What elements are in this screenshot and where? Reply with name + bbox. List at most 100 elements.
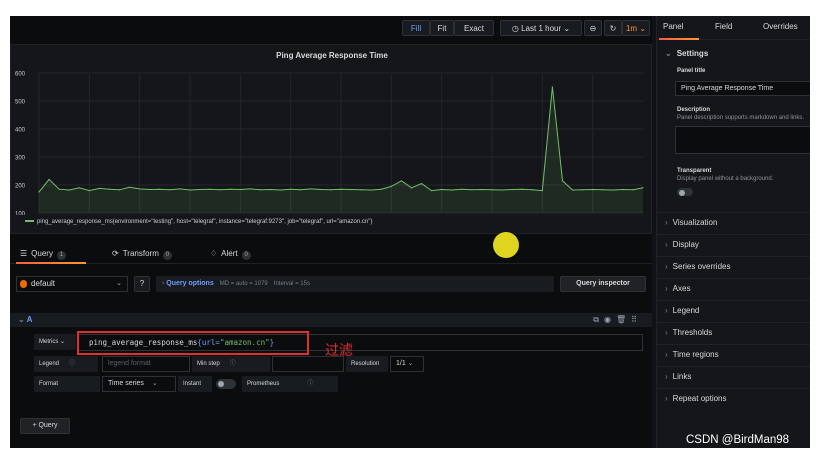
query-a-label: A xyxy=(26,315,33,324)
datasource-row: default ⌄ ? › Query options MD = auto = 10… xyxy=(10,274,652,294)
query-tabs: ☰ Query 1 ⟳ Transform 0 ♢ Alert 0 xyxy=(10,242,652,264)
chevron-right-icon: › xyxy=(665,284,668,293)
format-label: Format xyxy=(34,376,100,392)
add-query-button[interactable]: + Query xyxy=(20,418,70,434)
instant-label: Instant xyxy=(178,376,212,392)
data-point xyxy=(551,86,554,88)
section-label: Time regions xyxy=(672,350,719,359)
query-inspector-button[interactable]: Query inspector xyxy=(560,276,646,292)
copy-icon[interactable]: ⧉ xyxy=(593,315,604,324)
data-point xyxy=(451,189,453,191)
data-point xyxy=(511,188,513,191)
data-point xyxy=(108,188,111,190)
section-axes[interactable]: › Axes xyxy=(657,278,810,298)
tab-transform[interactable]: ⟳ Transform 0 xyxy=(112,246,172,262)
data-point xyxy=(431,190,433,192)
resolution-value: 1/1 xyxy=(396,360,406,367)
info-icon: ⓘ xyxy=(229,361,236,367)
data-point xyxy=(159,188,161,190)
data-point xyxy=(471,189,473,191)
section-visualization[interactable]: › Visualization xyxy=(657,212,810,232)
legend-label: ping_average_response_ms{environment="te… xyxy=(37,219,373,225)
tab-panel[interactable]: Panel xyxy=(663,22,683,31)
y-tick-label: 300 xyxy=(15,156,26,162)
tab-field[interactable]: Field xyxy=(715,22,732,31)
panel-toolbar: Fill Fit Exact ◷ Last 1 hour ⌄ ⊖ ↻ 1m ⌄ xyxy=(10,16,652,40)
data-point xyxy=(219,189,221,191)
highlight-box xyxy=(77,331,309,355)
settings-section-header[interactable]: ⌄ Settings xyxy=(657,44,810,64)
fit-button[interactable]: Fit xyxy=(430,20,454,36)
data-point xyxy=(179,188,181,190)
time-range-picker[interactable]: ◷ Last 1 hour ⌄ xyxy=(500,20,582,36)
data-point xyxy=(481,188,483,191)
trash-icon[interactable]: 🗑 xyxy=(616,315,631,324)
resolution-label: Resolution xyxy=(346,356,388,372)
max-data-points-info: MD = auto = 1079 xyxy=(219,281,268,287)
section-display[interactable]: › Display xyxy=(657,234,810,254)
legend-field-label: Legend ⓘ xyxy=(34,356,98,372)
data-point xyxy=(199,188,201,191)
legend-format-input[interactable]: legend format xyxy=(102,356,190,372)
data-point xyxy=(612,189,614,191)
data-point xyxy=(310,188,312,190)
section-label: Visualization xyxy=(672,218,718,227)
settings-label: Settings xyxy=(676,49,709,58)
refresh-icon: ↻ xyxy=(609,24,617,33)
data-point xyxy=(561,180,564,182)
data-point xyxy=(58,188,60,190)
exact-button[interactable]: Exact xyxy=(454,20,494,36)
data-point xyxy=(491,189,493,191)
min-step-input[interactable] xyxy=(272,356,344,372)
chevron-down-icon: ⌄ xyxy=(116,280,122,287)
legend-item[interactable]: ping_average_response_ms{environment="te… xyxy=(25,219,372,225)
tab-overrides[interactable]: Overrides xyxy=(763,22,798,31)
metrics-label[interactable]: Metrics ⌄ xyxy=(34,334,76,350)
refresh-button[interactable]: ↻ xyxy=(604,20,622,36)
tab-alert[interactable]: ♢ Alert 0 xyxy=(210,246,251,262)
time-series-chart[interactable]: 10020030040050060023:0023:0523:1023:1523… xyxy=(11,45,651,215)
resolution-select[interactable]: 1/1 ⌄ xyxy=(390,356,424,372)
data-point xyxy=(280,189,282,191)
data-point xyxy=(88,190,90,192)
chevron-right-icon: › xyxy=(665,394,668,403)
bell-icon: ♢ xyxy=(210,249,218,258)
section-repeat-options[interactable]: › Repeat options xyxy=(657,388,810,408)
section-time-regions[interactable]: › Time regions xyxy=(657,344,810,364)
chevron-down-icon: ⌄ xyxy=(151,380,158,387)
section-thresholds[interactable]: › Thresholds xyxy=(657,322,810,342)
instant-toggle[interactable] xyxy=(216,379,236,389)
data-point xyxy=(259,189,262,191)
tab-transform-count: 0 xyxy=(162,251,172,260)
data-point xyxy=(129,186,131,188)
options-pane: Panel Field Overrides ⌄ Settings Panel ti… xyxy=(656,16,810,448)
section-links[interactable]: › Links xyxy=(657,366,810,386)
query-a-header[interactable]: ⌄ A ⧉◉🗑⠿ xyxy=(10,313,652,327)
zoom-out-button[interactable]: ⊖ xyxy=(584,20,602,36)
data-point xyxy=(78,187,80,189)
eye-icon[interactable]: ◉ xyxy=(604,315,616,324)
options-tabs: Panel Field Overrides xyxy=(657,16,810,40)
chevron-right-icon: › xyxy=(665,306,668,315)
refresh-interval-picker[interactable]: 1m ⌄ xyxy=(622,20,650,36)
data-point xyxy=(330,189,332,191)
transparent-toggle[interactable] xyxy=(677,188,693,196)
panel-title-label: Panel title xyxy=(677,68,706,74)
panel-title-input[interactable]: Ping Average Response Time xyxy=(675,81,810,96)
data-point xyxy=(290,188,292,190)
format-select[interactable]: Time series ⌄ xyxy=(102,376,176,392)
y-tick-label: 100 xyxy=(15,212,26,216)
fill-button[interactable]: Fill xyxy=(402,20,430,36)
query-options-toggle[interactable]: › Query options MD = auto = 1079 Interval … xyxy=(156,276,554,292)
section-series-overrides[interactable]: › Series overrides xyxy=(657,256,810,276)
datasource-help-button[interactable]: ? xyxy=(134,276,150,292)
drag-handle-icon[interactable]: ⠿ xyxy=(631,315,642,324)
data-point xyxy=(400,180,402,182)
tab-query[interactable]: ☰ Query 1 xyxy=(20,246,66,262)
description-textarea[interactable] xyxy=(675,126,810,154)
query-options-label: Query options xyxy=(166,280,214,287)
section-legend[interactable]: › Legend xyxy=(657,300,810,320)
data-point xyxy=(360,189,362,191)
data-point xyxy=(68,189,70,191)
datasource-picker[interactable]: default ⌄ xyxy=(16,276,128,292)
